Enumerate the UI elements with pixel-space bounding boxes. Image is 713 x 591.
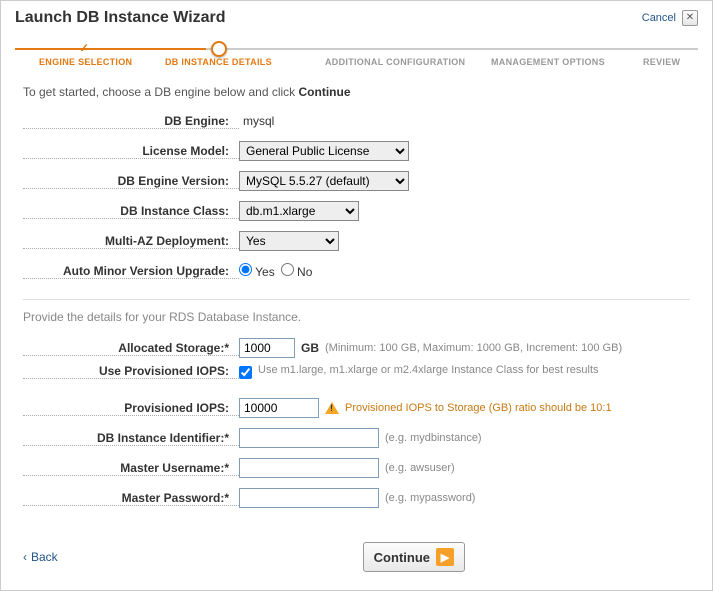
dialog-header: Launch DB Instance Wizard Cancel ✕ — [1, 1, 712, 33]
label-db-identifier: DB Instance Identifier:* — [23, 431, 239, 446]
arrow-right-icon: ▶ — [436, 548, 454, 566]
input-master-password[interactable] — [239, 488, 379, 508]
step-additional-configuration: ADDITIONAL CONFIGURATION — [325, 57, 465, 67]
continue-label: Continue — [374, 550, 430, 565]
step-review: REVIEW — [643, 57, 680, 67]
radio-auto-upgrade-yes[interactable] — [239, 263, 252, 276]
radio-no-wrap[interactable]: No — [281, 263, 313, 279]
input-allocated-storage[interactable] — [239, 338, 295, 358]
wizard-steps: ✓ ENGINE SELECTION DB INSTANCE DETAILS A… — [15, 39, 698, 73]
back-label: Back — [31, 550, 58, 564]
radio-yes-label: Yes — [255, 265, 275, 279]
label-license-model: License Model: — [23, 144, 239, 159]
label-db-engine: DB Engine: — [23, 114, 239, 129]
checkbox-use-piops[interactable] — [239, 366, 252, 379]
radio-yes-wrap[interactable]: Yes — [239, 263, 275, 279]
label-allocated-storage: Allocated Storage:* — [23, 341, 239, 356]
close-icon[interactable]: ✕ — [682, 10, 698, 26]
value-db-engine: mysql — [239, 114, 274, 128]
intro-bold: Continue — [299, 85, 351, 99]
password-hint: (e.g. mypassword) — [385, 492, 475, 504]
warning-icon — [325, 402, 339, 414]
input-provisioned-iops[interactable] — [239, 398, 319, 418]
label-auto-upgrade: Auto Minor Version Upgrade: — [23, 264, 239, 279]
label-provisioned-iops: Provisioned IOPS: — [23, 401, 239, 416]
wizard-dialog: Launch DB Instance Wizard Cancel ✕ ✓ ENG… — [0, 0, 713, 591]
steps-progress — [15, 48, 206, 50]
chevron-left-icon: ‹ — [23, 550, 27, 564]
label-engine-version: DB Engine Version: — [23, 174, 239, 189]
dialog-footer: ‹ Back Continue ▶ — [1, 528, 712, 590]
label-instance-class: DB Instance Class: — [23, 204, 239, 219]
radio-auto-upgrade-no[interactable] — [281, 263, 294, 276]
piops-checkbox-hint: Use m1.large, m1.xlarge or m2.4xlarge In… — [258, 364, 599, 376]
divider — [23, 299, 690, 300]
radio-no-label: No — [297, 265, 312, 279]
cancel-link[interactable]: Cancel — [642, 12, 676, 24]
piops-warning-text: Provisioned IOPS to Storage (GB) ratio s… — [345, 402, 612, 414]
select-engine-version[interactable]: MySQL 5.5.27 (default) — [239, 171, 409, 191]
back-link[interactable]: ‹ Back — [23, 550, 58, 564]
identifier-hint: (e.g. mydbinstance) — [385, 432, 482, 444]
label-multi-az: Multi-AZ Deployment: — [23, 234, 239, 249]
check-icon: ✓ — [79, 41, 89, 55]
input-master-username[interactable] — [239, 458, 379, 478]
input-db-identifier[interactable] — [239, 428, 379, 448]
intro-text: To get started, choose a DB engine below… — [23, 85, 690, 99]
select-multi-az[interactable]: Yes — [239, 231, 339, 251]
label-use-piops: Use Provisioned IOPS: — [23, 364, 239, 379]
storage-unit: GB — [301, 341, 319, 355]
current-step-knob — [211, 41, 227, 57]
select-instance-class[interactable]: db.m1.xlarge — [239, 201, 359, 221]
select-license-model[interactable]: General Public License — [239, 141, 409, 161]
step-db-instance-details[interactable]: DB INSTANCE DETAILS — [165, 57, 272, 67]
label-master-username: Master Username:* — [23, 461, 239, 476]
intro-prefix: To get started, choose a DB engine below… — [23, 85, 299, 99]
form-content: To get started, choose a DB engine below… — [1, 85, 712, 528]
storage-hint: (Minimum: 100 GB, Maximum: 1000 GB, Incr… — [325, 342, 622, 354]
dialog-title: Launch DB Instance Wizard — [15, 9, 226, 27]
step-engine-selection[interactable]: ENGINE SELECTION — [39, 57, 132, 67]
continue-button[interactable]: Continue ▶ — [363, 542, 465, 572]
label-master-password: Master Password:* — [23, 491, 239, 506]
step-management-options: MANAGEMENT OPTIONS — [491, 57, 605, 67]
username-hint: (e.g. awsuser) — [385, 462, 455, 474]
section-note: Provide the details for your RDS Databas… — [23, 310, 690, 324]
